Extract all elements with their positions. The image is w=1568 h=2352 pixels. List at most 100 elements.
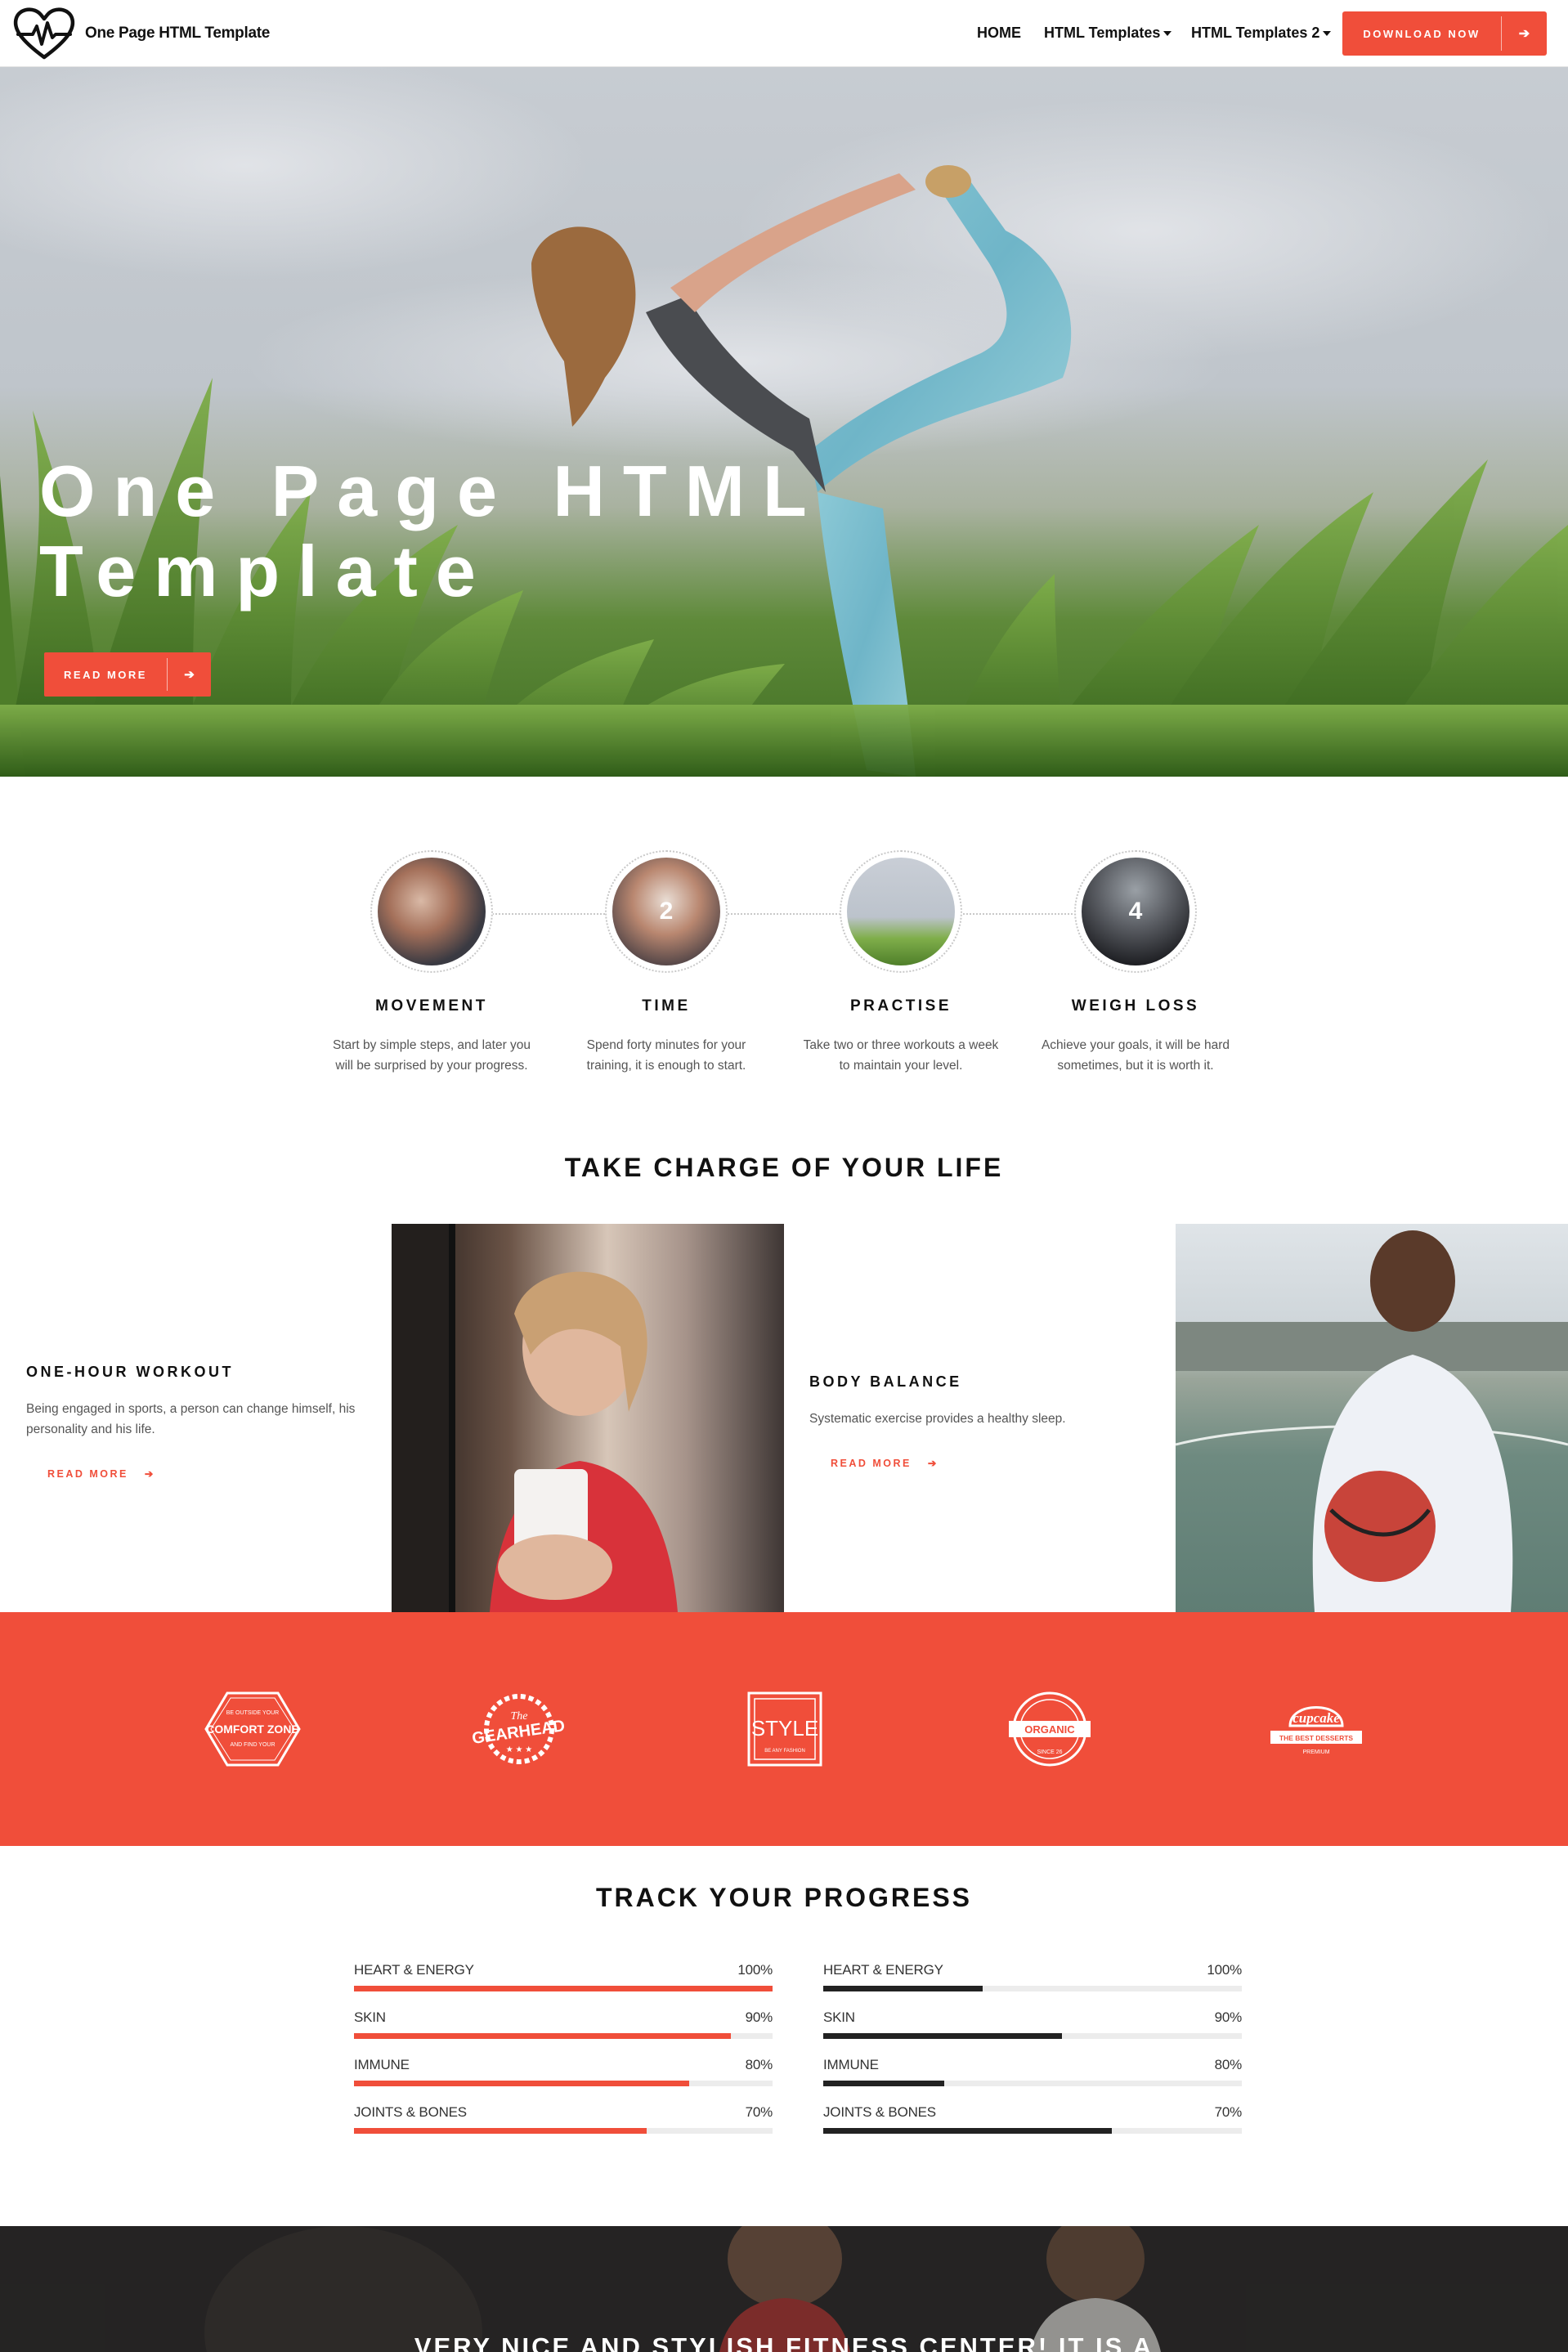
progress-track (354, 2033, 773, 2039)
step-text: Spend forty minutes for your training, i… (586, 1038, 746, 1073)
step-practise: PRACTISE Take two or three workouts a we… (795, 850, 1007, 1076)
basketball-player-illustration (1176, 1230, 1568, 1612)
basketball-player-photo (1176, 1224, 1568, 1612)
progress-bar: JOINTS & BONES 70% (354, 2104, 773, 2134)
caret-down-icon (1323, 30, 1332, 36)
progress-label: HEART & ENERGY (823, 1962, 943, 1978)
progress-fill (354, 2128, 647, 2134)
progress-label: SKIN (354, 2009, 386, 2025)
feature-read-more-link[interactable]: READ MORE ➔ (47, 1467, 378, 1480)
nav-html-templates-2[interactable]: HTML Templates 2 (1191, 25, 1332, 42)
progress-label: JOINTS & BONES (823, 2104, 936, 2120)
progress-fill (823, 1986, 983, 1991)
style-logo: STYLE BE ANY FASHION (747, 1691, 822, 1767)
comfort-zone-logo: BE OUTSIDE YOUR COMFORT ZONE AND FIND YO… (204, 1691, 301, 1767)
step-text: Achieve your goals, it will be hard some… (1041, 1038, 1230, 1073)
progress-label: HEART & ENERGY (354, 1962, 474, 1978)
feature-title: BODY BALANCE (809, 1373, 962, 1390)
comfort-zone-bottom-text: AND FIND YOUR (230, 1742, 275, 1748)
hero-title: One Page HTML Template (39, 451, 857, 612)
progress-fill (354, 2081, 689, 2086)
progress-value: 100% (1207, 1962, 1242, 1978)
style-bottom-text: BE ANY FASHION (764, 1749, 805, 1754)
feature-text: Systematic exercise provides a healthy s… (809, 1412, 1066, 1426)
download-now-label: DOWNLOAD NOW (1363, 27, 1481, 40)
feature-read-more-label: READ MORE (831, 1458, 912, 1469)
hero-read-more-button[interactable]: READ MORE ➔ (44, 652, 211, 697)
comfort-zone-top-text: BE OUTSIDE YOUR (226, 1710, 279, 1716)
progress-value: 70% (1214, 2104, 1243, 2120)
progress-value: 90% (1214, 2009, 1243, 2025)
nav-home[interactable]: HOME (977, 25, 1021, 42)
cupcake-logo: cupcake THE BEST DESSERTS PREMIUM (1270, 1706, 1362, 1755)
progress-bar: HEART & ENERGY 100% (823, 1962, 1242, 1991)
caret-down-icon (1163, 30, 1172, 36)
gearhead-top-text: The (511, 1710, 528, 1723)
step-title: WEIGH LOSS (1071, 997, 1200, 1015)
progress-bar: SKIN 90% (823, 2009, 1242, 2039)
organic-logo: ORGANIC SINCE 26 (1009, 1691, 1091, 1767)
comfort-zone-name: COMFORT ZONE (206, 1723, 299, 1736)
progress-value: 90% (745, 2009, 773, 2025)
progress-fill (823, 2033, 1062, 2039)
feature-text: Being engaged in sports, a person can ch… (26, 1402, 356, 1436)
progress-value: 80% (745, 2057, 773, 2072)
feature-read-more-link[interactable]: READ MORE ➔ (831, 1457, 1161, 1469)
woman-with-mug-illustration (392, 1224, 678, 1612)
feature-read-more-label: READ MORE (47, 1468, 128, 1480)
nav-html-templates-label: HTML Templates (1044, 25, 1161, 41)
client-cupcake[interactable]: cupcake THE BEST DESSERTS PREMIUM (1267, 1684, 1365, 1774)
progress-track (823, 2033, 1242, 2039)
progress-value: 70% (745, 2104, 773, 2120)
stars-icon: ★ ★ ★ (506, 1745, 532, 1754)
step-title: TIME (642, 997, 691, 1015)
progress-fill (354, 2033, 731, 2039)
organic-name: ORGANIC (1024, 1723, 1075, 1736)
client-comfort-zone[interactable]: BE OUTSIDE YOUR COMFORT ZONE AND FIND YO… (203, 1684, 302, 1774)
hero-read-more-label: READ MORE (64, 668, 147, 681)
step-time: 2 TIME Spend forty minutes for your trai… (560, 850, 773, 1076)
client-style[interactable]: STYLE BE ANY FASHION (747, 1684, 822, 1774)
step-badge: 2 (659, 898, 674, 925)
brand-link[interactable]: One Page HTML Template (11, 5, 270, 62)
brand-name: One Page HTML Template (85, 25, 271, 42)
navbar: One Page HTML Template HOME HTML Templat… (0, 0, 1568, 67)
woman-with-mug-photo (392, 1224, 784, 1612)
step-circle: 2 (605, 850, 728, 973)
progress-fill (823, 2081, 945, 2086)
client-gearhead[interactable]: The GEARHEAD ★ ★ ★ (468, 1684, 571, 1774)
progress-bar: IMMUNE 80% (354, 2057, 773, 2086)
feature-one-hour-workout: ONE-HOUR WORKOUT Being engaged in sports… (26, 1364, 378, 1480)
step-circle (370, 850, 493, 973)
step-title: MOVEMENT (375, 997, 488, 1015)
arrow-right-icon: ➔ (1518, 27, 1530, 41)
step-photo-practise (847, 858, 955, 965)
step-text: Take two or three workouts a week to mai… (803, 1038, 999, 1073)
progress-track (354, 2081, 773, 2086)
progress-label: JOINTS & BONES (354, 2104, 467, 2120)
cupcake-name: cupcake (1292, 1710, 1340, 1726)
hero-title-line-2: Template (39, 531, 494, 612)
progress-track (823, 1986, 1242, 1991)
progress-value: 100% (737, 1962, 773, 1978)
take-charge-title: TAKE CHARGE OF YOUR LIFE (564, 1153, 1004, 1182)
progress-track (354, 1986, 773, 1991)
progress-bar: SKIN 90% (354, 2009, 773, 2039)
nav-html-templates-2-label: HTML Templates 2 (1191, 25, 1320, 41)
step-text: Start by simple steps, and later you wil… (332, 1038, 531, 1073)
nav-html-templates[interactable]: HTML Templates (1044, 25, 1172, 42)
progress-label: IMMUNE (354, 2057, 410, 2072)
cupcake-sub-text: THE BEST DESSERTS (1279, 1734, 1354, 1742)
step-photo-movement (378, 858, 486, 965)
download-now-button[interactable]: DOWNLOAD NOW ➔ (1342, 11, 1547, 56)
arrow-right-icon: ➔ (184, 668, 195, 682)
progress-label: SKIN (823, 2009, 855, 2025)
hero-section: One Page HTML Template READ MORE ➔ (0, 67, 1568, 777)
progress-title: TRACK YOUR PROGRESS (595, 1883, 972, 1912)
progress-bar: JOINTS & BONES 70% (823, 2104, 1242, 2134)
progress-value: 80% (1214, 2057, 1243, 2072)
progress-track (354, 2128, 773, 2134)
feature-title: ONE-HOUR WORKOUT (26, 1364, 234, 1380)
client-organic[interactable]: ORGANIC SINCE 26 (1006, 1684, 1094, 1774)
cupcake-bottom-text: PREMIUM (1302, 1749, 1329, 1755)
